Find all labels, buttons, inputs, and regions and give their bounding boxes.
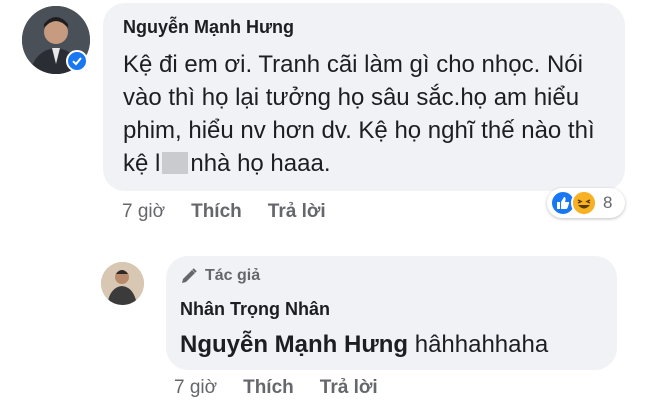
reply-reply-button[interactable]: Trả lời — [320, 377, 378, 398]
verified-badge-icon — [66, 50, 88, 72]
comment-actions: 7 giờ Thích Trả lời — [122, 201, 326, 223]
reaction-count: 8 — [603, 193, 613, 212]
reply-button[interactable]: Trả lời — [268, 201, 326, 222]
author-badge-label: Tác giả — [205, 267, 261, 284]
reply-text: Nguyễn Mạnh Hưng hâhhahhaha — [180, 329, 548, 361]
censored-word — [162, 152, 189, 174]
pencil-icon — [182, 268, 197, 283]
reply-bubble: Tác giả Nhân Trọng Nhân Nguyễn Mạnh Hưng… — [166, 256, 617, 370]
comment-bubble: Nguyễn Mạnh Hưng Kệ đi em ơi. Tranh cãi … — [103, 3, 625, 191]
like-button[interactable]: Thích — [191, 201, 242, 222]
author-badge: Tác giả — [180, 267, 260, 285]
mention-tag[interactable]: Nguyễn Mạnh Hưng — [180, 331, 408, 358]
reply-author-name[interactable]: Nhân Trọng Nhân — [180, 299, 330, 320]
comment-timestamp[interactable]: 7 giờ — [122, 201, 165, 222]
reply-author-avatar[interactable] — [101, 262, 144, 305]
comment-author-name[interactable]: Nguyễn Mạnh Hưng — [123, 17, 294, 38]
reaction-summary[interactable]: 8 — [547, 188, 625, 218]
reply-message: hâhhahhaha — [414, 331, 549, 358]
comment-text: Kệ đi em ơi. Tranh cãi làm gì cho nhọc. … — [123, 48, 613, 180]
reply-like-button[interactable]: Thích — [243, 377, 294, 398]
reply-actions: 7 giờ Thích Trả lời — [174, 377, 378, 399]
reply-timestamp[interactable]: 7 giờ — [174, 377, 217, 398]
reply-avatar-photo — [101, 262, 144, 305]
haha-icon — [571, 190, 597, 216]
comment-text-part2: nhà họ haaa. — [190, 150, 331, 177]
